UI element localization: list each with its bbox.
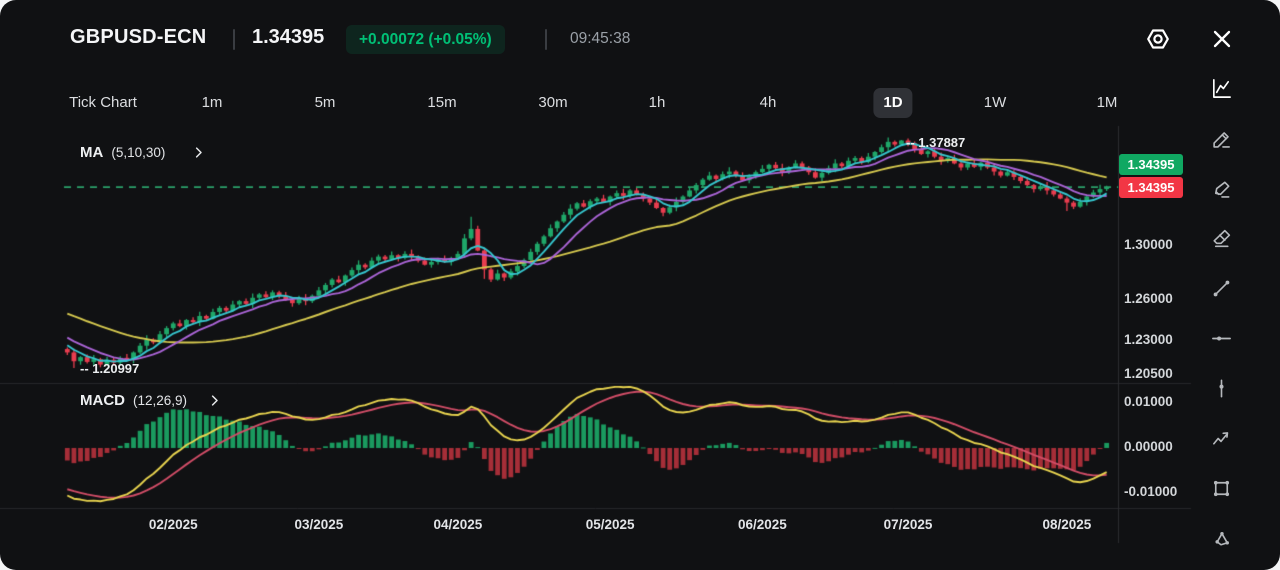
low-price-annotation: -- 1.20997	[80, 361, 139, 376]
macd-axis-label: -0.01000	[1124, 484, 1177, 499]
price-change-badge: +0.00072 (+0.05%)	[346, 25, 505, 54]
wave-arrow-icon[interactable]	[1203, 420, 1239, 456]
month-label: 02/2025	[149, 517, 198, 532]
tab-15m[interactable]: 15m	[417, 88, 466, 118]
last-price-value: 1.34395	[252, 26, 324, 49]
tab-30m[interactable]: 30m	[528, 88, 577, 118]
marker-icon[interactable]	[1203, 171, 1239, 207]
month-label: 07/2025	[884, 517, 933, 532]
chevron-right-icon[interactable]	[191, 145, 206, 160]
tab-1d[interactable]: 1D	[873, 88, 912, 118]
month-label: 05/2025	[586, 517, 635, 532]
trading-chart-window: GBPUSD-ECN 1.34395 +0.00072 (+0.05%) 09:…	[0, 0, 1280, 570]
month-label: 03/2025	[294, 517, 343, 532]
tab-1m[interactable]: 1m	[192, 88, 233, 118]
ma-params: (5,10,30)	[111, 145, 165, 160]
macd-indicator-label: MACD (12,26,9)	[80, 392, 222, 409]
bid-price-badge: 1.34395	[1119, 177, 1183, 198]
chart-type-icon[interactable]	[1203, 70, 1239, 106]
polygon-tool-icon[interactable]	[1203, 520, 1239, 556]
price-axis-label: 1.30000	[1124, 237, 1173, 252]
settings-icon[interactable]	[1141, 22, 1175, 56]
macd-params: (12,26,9)	[133, 393, 187, 408]
tab-5m[interactable]: 5m	[305, 88, 346, 118]
month-label: 06/2025	[738, 517, 787, 532]
chart-canvas[interactable]	[0, 0, 1280, 570]
pencil-icon[interactable]	[1203, 121, 1239, 157]
vertical-line-icon[interactable]	[1203, 370, 1239, 406]
header-divider	[233, 29, 235, 50]
close-icon[interactable]	[1205, 22, 1239, 56]
high-price-annotation: -- 1.37887	[906, 135, 965, 150]
server-time: 09:45:38	[570, 30, 630, 48]
macd-axis-label: 0.00000	[1124, 439, 1173, 454]
ma-name: MA	[80, 144, 103, 161]
ask-price-badge: 1.34395	[1119, 154, 1183, 175]
tab-1w[interactable]: 1W	[974, 88, 1017, 118]
macd-name: MACD	[80, 392, 125, 409]
tab-1h[interactable]: 1h	[639, 88, 676, 118]
eraser-icon[interactable]	[1203, 220, 1239, 256]
symbol-title: GBPUSD-ECN	[70, 26, 206, 49]
trend-line-icon[interactable]	[1203, 270, 1239, 306]
price-axis-label: 1.23000	[1124, 332, 1173, 347]
horizontal-ray-icon[interactable]	[1203, 320, 1239, 356]
header-divider	[545, 29, 547, 50]
price-axis-label: 1.26000	[1124, 291, 1173, 306]
price-axis-label: 1.20500	[1124, 366, 1173, 381]
tab-4h[interactable]: 4h	[750, 88, 787, 118]
month-label: 04/2025	[433, 517, 482, 532]
rectangle-tool-icon[interactable]	[1203, 470, 1239, 506]
chevron-right-icon[interactable]	[207, 393, 222, 408]
month-label: 08/2025	[1043, 517, 1092, 532]
tab-tick-chart[interactable]: Tick Chart	[59, 88, 147, 118]
tab-1m[interactable]: 1M	[1087, 88, 1128, 118]
macd-axis-label: 0.01000	[1124, 394, 1173, 409]
ma-indicator-label: MA (5,10,30)	[80, 144, 206, 161]
